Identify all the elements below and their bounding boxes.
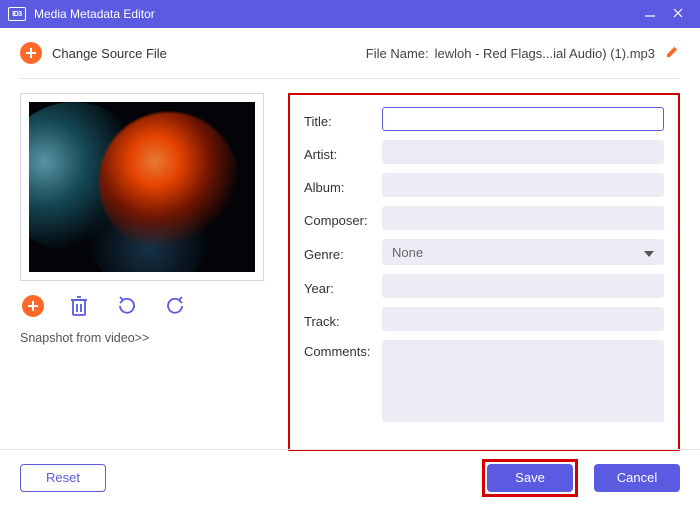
edit-filename-button[interactable] [665,44,680,62]
genre-label: Genre: [304,243,382,262]
album-art-container [20,93,264,281]
genre-value: None [392,245,423,260]
trash-icon [69,295,89,317]
save-highlight: Save [482,459,578,497]
snapshot-link[interactable]: Snapshot from video>> [20,331,264,345]
cancel-button[interactable]: Cancel [594,464,680,492]
plus-icon [25,47,37,59]
title-input[interactable] [382,107,664,131]
album-input[interactable] [382,173,664,197]
art-toolbar [20,293,264,319]
plus-icon [27,300,39,312]
comments-label: Comments: [304,340,382,359]
rotate-left-button[interactable] [114,293,140,319]
album-art[interactable] [29,102,255,272]
save-button[interactable]: Save [487,464,573,492]
app-icon: ID3 [8,7,26,21]
chevron-down-icon [644,245,654,260]
track-label: Track: [304,310,382,329]
year-input[interactable] [382,274,664,298]
rotate-right-icon [164,295,186,317]
add-art-button[interactable] [22,295,44,317]
track-input[interactable] [382,307,664,331]
close-icon [672,7,684,19]
minimize-icon [644,7,656,19]
file-name-value: lewloh - Red Flags...ial Audio) (1).mp3 [435,46,655,61]
metadata-form: Title: Artist: Album: Composer: Genre: N… [288,93,680,451]
comments-input[interactable] [382,340,664,422]
change-source-add-button[interactable] [20,42,42,64]
composer-label: Composer: [304,209,382,228]
titlebar: ID3 Media Metadata Editor [0,0,700,28]
footer: Reset Save Cancel [0,449,700,505]
album-label: Album: [304,176,382,195]
reset-button[interactable]: Reset [20,464,106,492]
pencil-icon [665,44,680,59]
rotate-left-icon [116,295,138,317]
file-name-label: File Name: [366,46,429,61]
close-button[interactable] [664,7,692,22]
minimize-button[interactable] [636,7,664,22]
change-source-link[interactable]: Change Source File [52,46,167,61]
title-label: Title: [304,110,382,129]
delete-art-button[interactable] [66,293,92,319]
app-title: Media Metadata Editor [34,7,636,21]
artist-input[interactable] [382,140,664,164]
genre-select[interactable]: None [382,239,664,265]
top-row: Change Source File File Name: lewloh - R… [20,42,680,79]
year-label: Year: [304,277,382,296]
composer-input[interactable] [382,206,664,230]
rotate-right-button[interactable] [162,293,188,319]
artist-label: Artist: [304,143,382,162]
